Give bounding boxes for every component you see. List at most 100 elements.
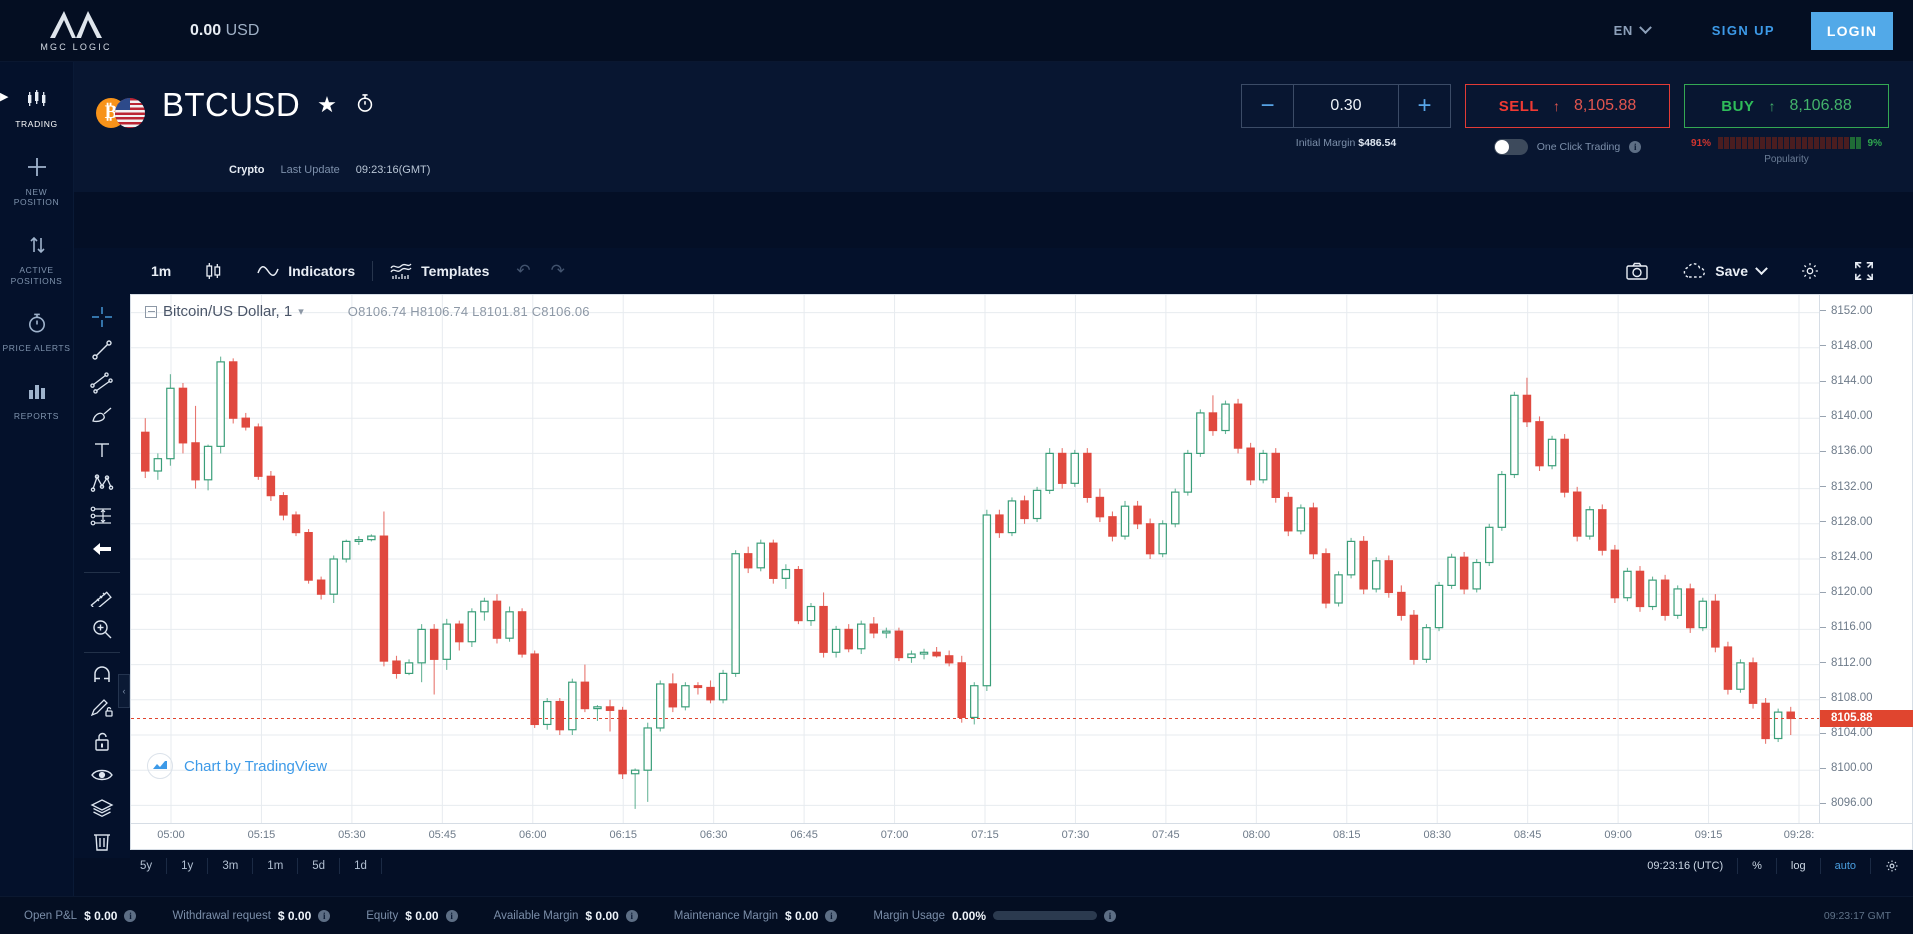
price-axis-tick: 8096.00 <box>1820 797 1913 809</box>
parallel-channel-icon[interactable] <box>82 367 122 400</box>
quantity-decrease-button[interactable]: − <box>1242 85 1294 127</box>
template-chart-icon <box>390 262 412 280</box>
lock-icon[interactable] <box>82 725 122 758</box>
last-update-time: 09:23:16(GMT) <box>355 164 431 176</box>
percent-scale-button[interactable]: % <box>1738 858 1777 874</box>
star-icon[interactable]: ★ <box>317 92 337 118</box>
symbol-info: ₿ BTCUSD ★ <box>96 86 376 132</box>
crosshair-icon[interactable] <box>82 300 122 333</box>
time-axis-tick: 05:15 <box>247 829 276 841</box>
drawing-tools-sidebar <box>74 294 130 858</box>
quantity-increase-button[interactable]: + <box>1398 85 1450 127</box>
price-chart[interactable]: Bitcoin/US Dollar, 1 ▾ O8106.74 H8106.74… <box>130 294 1820 824</box>
layers-icon[interactable] <box>82 792 122 825</box>
price-axis-tick: 8112.00 <box>1820 657 1913 669</box>
buy-button[interactable]: BUY ↑ 8,106.88 <box>1684 84 1889 128</box>
brand-logo[interactable]: MGC LOGIC <box>0 9 152 52</box>
time-axis-tick: 05:45 <box>428 829 457 841</box>
status-value: $ 0.00 <box>405 908 439 923</box>
text-tool-icon[interactable] <box>82 433 122 466</box>
zoom-in-icon[interactable] <box>82 612 122 645</box>
trend-line-icon[interactable] <box>82 333 122 366</box>
magnet-icon[interactable] <box>82 659 122 692</box>
sidebar-item-active-positions[interactable]: ACTIVE POSITIONS <box>0 222 73 300</box>
margin-usage-progress <box>993 911 1097 920</box>
language-selector[interactable]: EN <box>1588 21 1676 38</box>
gear-icon[interactable] <box>1871 858 1913 874</box>
position-tool-icon[interactable] <box>82 500 122 533</box>
tradingview-watermark[interactable]: Chart by TradingView <box>147 753 327 779</box>
one-click-trading-toggle[interactable] <box>1493 139 1528 155</box>
time-axis-tick: 07:30 <box>1061 829 1090 841</box>
sidebar-item-reports[interactable]: REPORTS <box>0 368 73 436</box>
undo-arrow-icon[interactable]: ↶ <box>506 261 540 281</box>
initial-margin-label: Initial Margin <box>1295 137 1356 149</box>
templates-button[interactable]: Templates <box>373 248 506 294</box>
us-flag-icon <box>115 98 145 128</box>
fullscreen-button[interactable] <box>1837 248 1891 294</box>
sell-button[interactable]: SELL ↑ 8,105.88 <box>1465 84 1670 128</box>
sidebar-item-trading[interactable]: TRADING <box>0 76 73 144</box>
range-button-1y[interactable]: 1y <box>167 858 209 874</box>
chart-settings-button[interactable] <box>1783 248 1837 294</box>
status-label: Withdrawal request <box>172 909 271 922</box>
status-item: Equity $ 0.00 i <box>348 909 475 923</box>
info-icon[interactable]: i <box>825 909 838 922</box>
time-axis-tick: 09:15 <box>1694 829 1723 841</box>
chart-clock[interactable]: 09:23:16 (UTC) <box>1633 858 1739 874</box>
eye-icon[interactable] <box>82 758 122 791</box>
sidebar-expand-icon[interactable]: ▶ <box>0 90 8 103</box>
one-click-trading-row: One Click Trading i <box>1465 139 1670 155</box>
arrow-marker-icon[interactable] <box>82 533 122 566</box>
range-button-1d[interactable]: 1d <box>340 858 382 874</box>
timeframe-button[interactable]: 1m <box>134 248 188 294</box>
range-button-3m[interactable]: 3m <box>208 858 254 874</box>
info-icon[interactable]: i <box>445 909 458 922</box>
time-axis[interactable]: 05:00 05:15 05:30 05:45 06:00 06:15 06:30 06:45… <box>130 824 1913 850</box>
chevron-down-icon[interactable]: ▾ <box>298 305 304 318</box>
info-icon[interactable]: i <box>1629 141 1642 153</box>
initial-margin: Initial Margin $486.54 <box>1241 137 1451 149</box>
buy-price: 8,106.88 <box>1789 97 1852 114</box>
login-button[interactable]: LOGIN <box>1811 11 1893 50</box>
chart-panel-collapse-button[interactable]: ‹ <box>118 674 130 708</box>
minus-box-icon[interactable] <box>145 305 157 318</box>
brush-icon[interactable] <box>82 400 122 433</box>
snapshot-button[interactable] <box>1609 248 1665 294</box>
price-axis[interactable]: 8152.00 8148.00 8144.00 8140.00 8136.00 8132.… <box>1820 294 1913 824</box>
arrow-up-icon: ↑ <box>1553 98 1561 114</box>
redo-arrow-icon[interactable]: ↷ <box>541 261 575 281</box>
time-axis-tick: 07:45 <box>1152 829 1180 841</box>
sell-label: SELL <box>1498 97 1540 115</box>
symbol-subinfo: Crypto Last Update 09:23:16(GMT) <box>229 164 430 176</box>
trash-icon[interactable] <box>82 825 122 858</box>
pencil-lock-icon[interactable] <box>82 692 122 725</box>
log-scale-button[interactable]: log <box>1777 858 1821 874</box>
sidebar-label: NEW POSITION <box>13 186 60 208</box>
info-icon[interactable]: i <box>318 909 331 922</box>
range-button-1m[interactable]: 1m <box>253 858 299 874</box>
chart-toolbar-right: Save <box>1609 248 1913 294</box>
bar-chart-icon <box>26 378 48 404</box>
quantity-value[interactable]: 0.30 <box>1294 85 1398 127</box>
status-value: $ 0.00 <box>585 908 619 923</box>
pattern-icon[interactable] <box>82 466 122 499</box>
ruler-icon[interactable] <box>82 579 122 612</box>
info-icon[interactable]: i <box>625 909 638 922</box>
save-button[interactable]: Save <box>1665 248 1783 294</box>
range-button-5y[interactable]: 5y <box>130 858 168 874</box>
status-value: $ 0.00 <box>277 908 312 923</box>
indicators-button[interactable]: Indicators <box>240 248 372 294</box>
auto-scale-button[interactable]: auto <box>1821 858 1871 874</box>
time-axis-tick: 08:00 <box>1242 829 1271 841</box>
sign-up-link[interactable]: SIGN UP <box>1676 23 1811 38</box>
info-icon[interactable]: i <box>124 909 137 922</box>
sidebar-item-price-alerts[interactable]: PRICE ALERTS <box>0 300 73 368</box>
sidebar-item-new-position[interactable]: NEW POSITION <box>0 144 73 222</box>
price-axis-tick: 8128.00 <box>1820 516 1913 528</box>
wave-line-icon <box>257 264 279 278</box>
stopwatch-icon[interactable] <box>354 92 376 119</box>
info-icon[interactable]: i <box>1104 909 1116 922</box>
chart-type-button[interactable] <box>188 248 240 294</box>
range-button-5d[interactable]: 5d <box>298 858 341 874</box>
